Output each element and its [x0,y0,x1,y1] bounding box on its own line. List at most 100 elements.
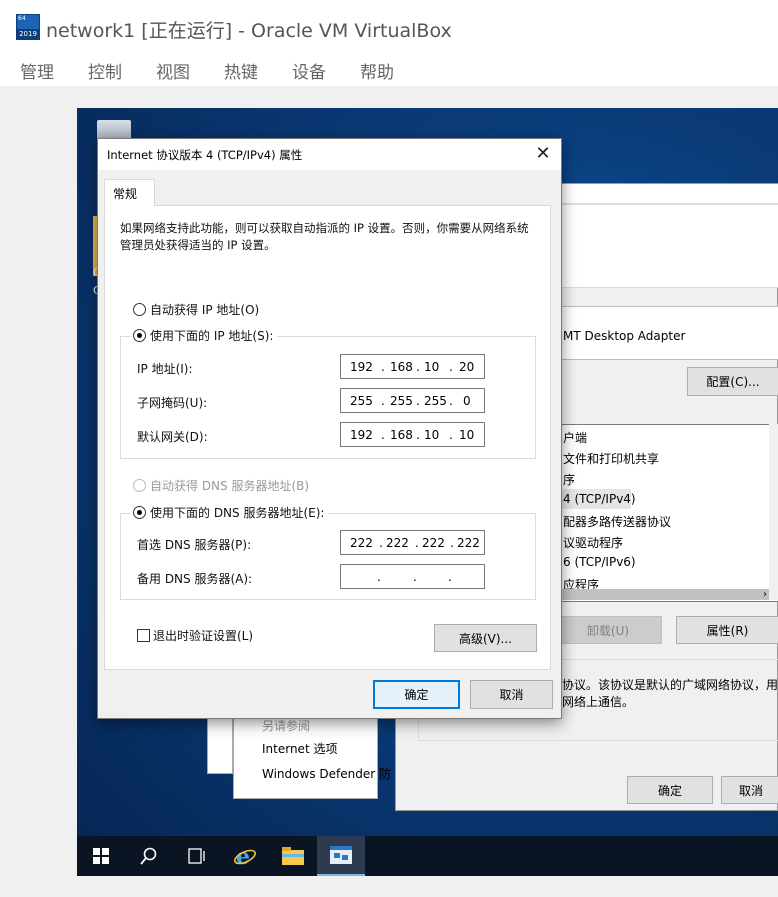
task-view-button[interactable] [173,836,221,876]
ok-button[interactable]: 确定 [373,680,460,709]
component-item[interactable]: 6 (TCP/IPv6) [563,555,636,569]
auto-dns-label: 自动获得 DNS 服务器地址(B) [150,479,310,493]
horizontal-scrollbar[interactable] [558,589,769,600]
vertical-scrollbar[interactable] [769,424,778,600]
internet-options-link[interactable]: Internet 选项 [262,740,337,757]
manual-dns-option[interactable]: 使用下面的 DNS 服务器地址(E): [131,504,329,521]
preferred-dns-label: 首选 DNS 服务器(P): [137,538,252,552]
window-title: network1 [正在运行] - Oracle VM VirtualBox [46,20,452,42]
auto-ip-option[interactable]: 自动获得 IP 地址(O) [133,301,259,318]
manual-ip-option[interactable]: 使用下面的 IP 地址(S): [131,327,278,344]
validate-settings-option[interactable]: 退出时验证设置(L) [137,627,253,644]
adapter-box: MT Desktop Adapter [556,306,778,360]
logo-year: 2019 [17,29,39,39]
subnet-mask-label: 子网掩码(U): [137,396,208,410]
bg-cancel-button[interactable]: 取消 [721,776,778,804]
gateway-octet-4: 10 [459,428,475,442]
default-gateway-label: 默认网关(D): [137,430,208,444]
dns1-octet-4: 222 [457,536,480,550]
dialog-description: 如果网络支持此功能，则可以获取自动指派的 IP 设置。否则，你需要从网络系统管理… [120,221,529,252]
component-item[interactable]: 户端 [563,429,587,446]
description-line-1: 协议。该协议是默认的广域网络协议，用 [562,678,778,692]
start-button[interactable] [77,836,125,876]
virtualbox-logo-icon: 64 2019 [16,14,40,40]
configure-button[interactable]: 配置(C)... [687,367,778,396]
properties-button[interactable]: 属性(R) [676,616,778,644]
manual-dns-radio[interactable] [133,506,146,519]
ip-octet-2: 168 [390,360,413,374]
gateway-octet-1: 192 [350,428,373,442]
component-list[interactable]: 户端 文件和打印机共享 序 4 (TCP/IPv4) 配器多路传送器协议 议驱动… [556,424,778,602]
network-connections-taskbar-button[interactable] [317,836,365,876]
menu-control[interactable]: 控制 [88,58,122,83]
advanced-button[interactable]: 高级(V)... [434,624,537,652]
task-view-icon [188,848,205,864]
folder-icon [282,847,304,865]
dns1-octet-2: 222 [386,536,409,550]
network-window-icon [330,846,352,864]
subnet-mask-field[interactable]: 255 . 255 . 255 . 0 [340,388,485,413]
ip-octet-1: 192 [350,360,373,374]
subnet-octet-2: 255 [390,394,413,408]
auto-ip-label: 自动获得 IP 地址(O) [150,303,260,317]
component-item[interactable]: 议驱动程序 [563,534,623,551]
windows-defender-link[interactable]: Windows Defender 防 [262,765,391,782]
subnet-octet-3: 255 [424,394,447,408]
manual-dns-label: 使用下面的 DNS 服务器地址(E): [150,506,325,520]
component-item[interactable]: 配器多路传送器协议 [563,513,671,530]
menu-hotkey[interactable]: 热键 [224,58,258,83]
tab-general[interactable]: 常规 [104,179,155,206]
bg-window-header [562,184,778,204]
see-also-label: 另请参阅 [262,719,311,733]
ipv4-properties-dialog: Internet 协议版本 4 (TCP/IPv4) 属性 ✕ 常规 如果网络支… [97,138,562,719]
general-tab-panel: 如果网络支持此功能，则可以获取自动指派的 IP 设置。否则，你需要从网络系统管理… [104,205,551,670]
subnet-octet-4: 0 [463,394,471,408]
ip-address-label: IP 地址(I): [137,362,193,376]
cancel-button[interactable]: 取消 [470,680,553,709]
ie-taskbar-button[interactable]: e [221,836,269,876]
file-explorer-button[interactable] [269,836,317,876]
dns1-octet-3: 222 [422,536,445,550]
validate-settings-label: 退出时验证设置(L) [153,629,254,643]
search-button[interactable] [125,836,173,876]
menu-view[interactable]: 视图 [156,58,190,83]
gateway-octet-2: 168 [390,428,413,442]
search-icon [140,847,157,865]
validate-settings-checkbox[interactable] [137,629,150,642]
menu-devices[interactable]: 设备 [292,58,326,83]
ip-octet-3: 10 [424,360,440,374]
uninstall-button[interactable]: 卸载(U) [554,616,662,644]
background-window-edge [207,716,233,774]
bg-ok-button[interactable]: 确定 [627,776,713,804]
menu-help[interactable]: 帮助 [360,58,394,83]
component-item[interactable]: 文件和打印机共享 [563,450,659,467]
preferred-dns-field[interactable]: 222 . 222 . 222 . 222 [340,530,485,555]
menu-manage[interactable]: 管理 [20,58,54,83]
component-item-selected[interactable]: 4 (TCP/IPv4) [557,489,636,509]
dialog-title-bar[interactable]: Internet 协议版本 4 (TCP/IPv4) 属性 ✕ [98,139,561,170]
dns1-octet-1: 222 [350,536,373,550]
component-item[interactable]: 序 [563,471,575,488]
vbox-menu-bar: 管理 控制 视图 热键 设备 帮助 [0,50,778,86]
manual-ip-radio[interactable] [133,329,146,342]
background-see-also-window: 另请参阅 Internet 选项 Windows Defender 防 [233,716,391,799]
auto-ip-radio[interactable] [133,303,146,316]
dialog-title: Internet 协议版本 4 (TCP/IPv4) 属性 [107,148,303,162]
bg-tab-area [562,204,778,288]
subnet-octet-1: 255 [350,394,373,408]
description-line-2: 网络上通信。 [562,695,635,709]
gateway-octet-3: 10 [424,428,440,442]
windows-logo-icon [93,848,109,864]
logo-tag: 64 [18,15,26,22]
alternate-dns-field[interactable]: . . . [340,564,485,589]
manual-ip-label: 使用下面的 IP 地址(S): [150,329,274,343]
alternate-dns-label: 备用 DNS 服务器(A): [137,572,253,586]
auto-dns-option[interactable]: 自动获得 DNS 服务器地址(B) [133,477,309,494]
close-icon[interactable]: ✕ [533,144,553,164]
default-gateway-field[interactable]: 192 . 168 . 10 . 10 [340,422,485,447]
internet-explorer-icon: e [234,844,256,868]
taskbar: e [77,836,778,876]
vbox-title-bar: 64 2019 network1 [正在运行] - Oracle VM Virt… [0,0,778,50]
auto-dns-radio[interactable] [133,479,146,492]
ip-address-field[interactable]: 192 . 168 . 10 . 20 [340,354,485,379]
